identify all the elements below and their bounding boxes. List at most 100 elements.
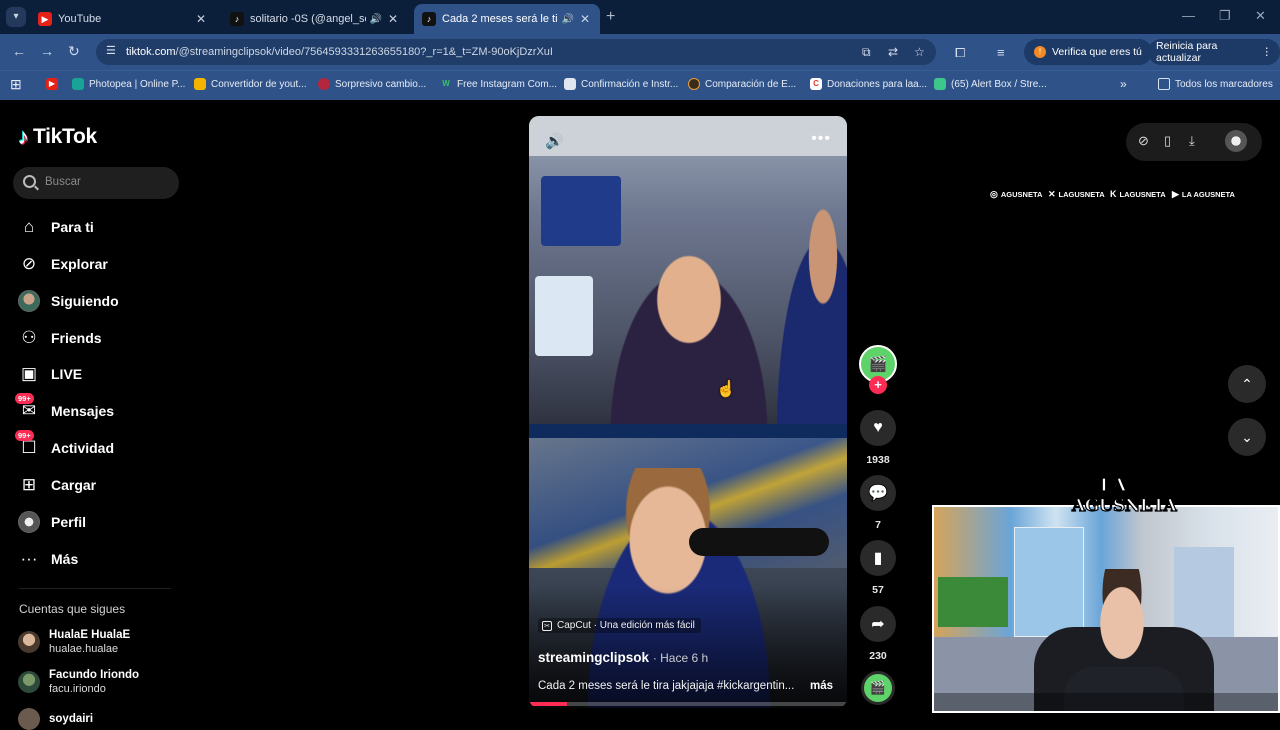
logo-line-2: AGUSNETA [1071, 495, 1177, 516]
bookmark-instagram[interactable]: W Free Instagram Com... [440, 78, 557, 90]
nav-siguiendo[interactable]: Siguiendo [18, 288, 119, 314]
bookmark-sorpresivo[interactable]: Sorpresivo cambio... [318, 78, 426, 90]
following-account[interactable]: soydairi [18, 708, 93, 730]
extensions-icon[interactable]: ⧠ [955, 45, 965, 61]
close-tab-icon[interactable]: ✕ [386, 12, 400, 26]
nav-perfil[interactable]: Perfil [18, 509, 86, 535]
capcut-icon: ✂ [542, 620, 552, 631]
bookmark-convertidor[interactable]: Convertidor de yout... [194, 78, 307, 90]
speaker-icon[interactable]: 🔊 [370, 14, 382, 25]
reload-icon[interactable]: ↻ [68, 43, 80, 60]
minimize-icon[interactable]: — [1182, 8, 1195, 23]
following-account[interactable]: HualaE HualaE hualae.hualae [18, 628, 130, 656]
verify-identity-button[interactable]: ! Verifica que eres tú [1024, 39, 1152, 65]
reading-list-icon[interactable]: ≡ [997, 45, 1005, 60]
all-bookmarks-folder[interactable]: Todos los marcadores [1158, 78, 1273, 90]
download-icon[interactable]: ⤓ [1189, 133, 1195, 149]
following-header: Cuentas que sigues [19, 602, 126, 616]
profile-avatar[interactable] [1225, 130, 1247, 152]
site-info-icon[interactable]: ☰ [106, 44, 116, 57]
comparacion-favicon-icon [688, 78, 700, 90]
nav-live[interactable]: ▣ LIVE [18, 361, 82, 387]
bookmark-youtube[interactable]: ▶ [46, 78, 63, 90]
apps-grid-icon[interactable]: ⊞ [10, 76, 22, 93]
following-account[interactable]: Facundo Iriondo facu.iriondo [18, 668, 139, 696]
speaker-icon[interactable]: 🔊 [562, 14, 574, 25]
nav-cargar[interactable]: ⊞ Cargar [18, 472, 96, 498]
video-progress-bar[interactable] [529, 702, 847, 706]
capcut-anchor[interactable]: ✂ CapCut · Una edición más fácil [538, 618, 701, 633]
nav-explorar[interactable]: ⊘ Explorar [18, 251, 108, 277]
bookmark-alertbox[interactable]: (65) Alert Box / Stre... [934, 78, 1047, 90]
bookmark-star-icon[interactable]: ☆ [914, 45, 925, 59]
tab-solitario[interactable]: ♪ solitario -0S (@angel_solitar 🔊 ✕ [222, 4, 408, 34]
home-icon: ⌂ [23, 217, 35, 236]
url-path: /@streamingclipsok/video/756459333126365… [175, 46, 553, 58]
translate-icon[interactable]: ⇄ [888, 45, 898, 59]
bookmark-confirmacion[interactable]: Confirmación e Instr... [564, 78, 678, 90]
restart-label: Reinicia para actualizar [1156, 40, 1218, 64]
divider [19, 588, 171, 589]
close-tab-icon[interactable]: ✕ [578, 12, 592, 26]
coin-icon[interactable]: ⊘ [1138, 133, 1149, 149]
caption-more-link[interactable]: más [810, 680, 833, 692]
more-options-icon[interactable]: ••• [811, 130, 831, 148]
cast-icon[interactable]: ⧉ [862, 45, 871, 60]
comment-button[interactable]: 💬 [860, 475, 896, 511]
nav-mensajes[interactable]: ✉ 99+ Mensajes [15, 393, 115, 424]
nav-friends[interactable]: ⚇ Friends [18, 325, 101, 351]
social-label: LAGUSNETA [1058, 190, 1105, 199]
next-video-button[interactable]: ⌄ [1228, 418, 1266, 456]
save-button[interactable]: ▮ [860, 540, 896, 576]
forward-arrow-icon[interactable]: → [40, 43, 54, 59]
url-text[interactable]: tiktok.com/@streamingclipsok/video/75645… [126, 46, 553, 58]
tiktok-favicon-icon: ♪ [230, 12, 244, 26]
avatar [18, 631, 40, 653]
nav-para-ti[interactable]: ⌂ Para ti [18, 214, 94, 240]
restore-icon[interactable]: ❐ [1219, 8, 1231, 24]
nav-label: Mensajes [51, 403, 115, 419]
nav-actividad[interactable]: ☐ 99+ Actividad [15, 430, 114, 461]
video-player[interactable]: 🔊 ••• ✂ CapCut · Una edición más fácil s… [529, 116, 847, 708]
bookmark-comparacion[interactable]: Comparación de E... [688, 78, 796, 90]
doc-favicon-icon [564, 78, 576, 90]
tab-search-button[interactable]: ▾ [6, 7, 26, 27]
video-author[interactable]: streamingclipsok · Hace 6 h [538, 650, 708, 665]
url-bar[interactable]: ☰ tiktok.com/@streamingclipsok/video/756… [96, 39, 936, 65]
kebab-menu-icon[interactable]: ⋮ [1262, 46, 1273, 58]
tab-active-video[interactable]: ♪ Cada 2 meses será le tira ja 🔊 ✕ [414, 4, 600, 34]
account-name: HualaE HualaE [49, 629, 131, 641]
social-label: LAGUSNETA [1119, 189, 1166, 199]
video-frame-top [529, 116, 847, 438]
follow-plus-button[interactable]: + [869, 376, 887, 394]
new-tab-plus-icon[interactable]: + [606, 8, 615, 26]
bookmark-label: (65) Alert Box / Stre... [951, 78, 1047, 90]
bookmark-donaciones[interactable]: C Donaciones para laa... [810, 78, 927, 90]
close-tab-icon[interactable]: ✕ [194, 12, 208, 26]
like-button[interactable]: ♥ [860, 410, 896, 446]
restart-to-update-button[interactable]: Reinicia para actualizar ⋮ [1148, 39, 1280, 65]
more-bookmarks-chevron-icon[interactable]: » [1120, 77, 1127, 91]
tiktok-favicon-icon: ♪ [422, 12, 436, 26]
tiktok-logo[interactable]: ♪ TikTok [18, 124, 97, 150]
search-input[interactable]: Buscar [13, 167, 179, 199]
nav-mas[interactable]: ··· Más [18, 546, 79, 572]
back-arrow-icon[interactable]: ← [12, 43, 26, 59]
tiktok-note-icon: ♪ [18, 124, 29, 149]
friends-icon: ⚇ [21, 328, 37, 347]
search-icon [23, 175, 36, 188]
share-button[interactable]: ➦ [860, 606, 896, 642]
music-disc[interactable]: 🎬 [861, 671, 895, 705]
all-bookmarks-label: Todos los marcadores [1175, 78, 1273, 90]
save-count: 57 [872, 584, 884, 596]
previous-video-button[interactable]: ⌃ [1228, 365, 1266, 403]
account-name: Facundo Iriondo [49, 669, 140, 681]
device-icon[interactable]: ▯ [1164, 133, 1171, 149]
youtube-favicon-icon: ▶ [38, 12, 52, 26]
tab-youtube[interactable]: ▶ YouTube ✕ [30, 4, 216, 34]
volume-icon[interactable]: 🔊 [545, 132, 564, 150]
clapper-icon: 🎬 [869, 680, 887, 695]
bookmark-photopea[interactable]: Photopea | Online P... [72, 78, 185, 90]
mouse-cursor-icon: ☝ [716, 381, 736, 398]
close-window-icon[interactable]: ✕ [1255, 8, 1266, 24]
